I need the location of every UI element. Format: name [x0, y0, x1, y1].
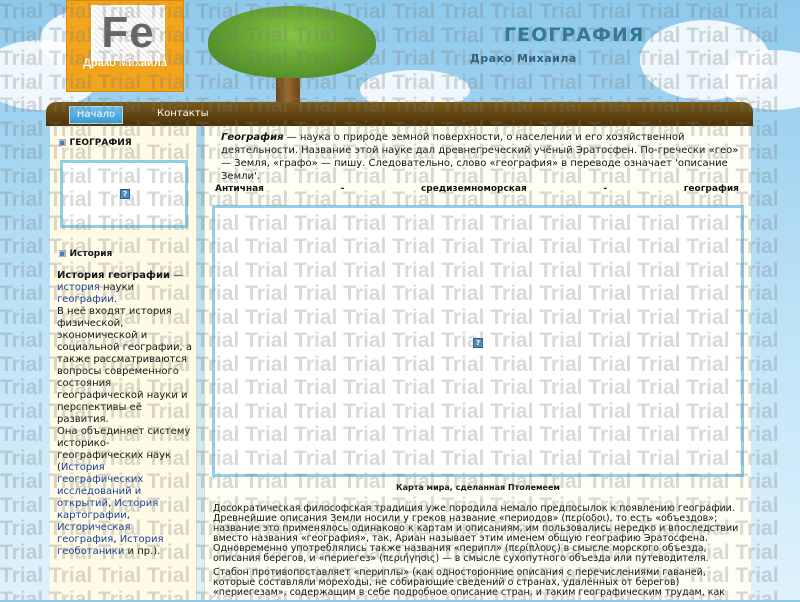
logo-author: Драко Михаила — [83, 57, 167, 69]
site-logo[interactable]: Fe Драко Михаила — [66, 0, 184, 92]
article-paragraph: Стабон противопоставляет «периплы» (как … — [213, 567, 726, 598]
broken-image-icon: ? — [473, 338, 483, 348]
sidebar-history-text: История географии — история науки геогра… — [57, 270, 192, 557]
list-icon: ▣ — [58, 138, 67, 148]
site-subtitle: Драко Михаила — [470, 52, 577, 65]
ptolemy-map-image-placeholder: ? — [212, 205, 744, 477]
main-content: География — наука о природе земной повер… — [204, 126, 751, 600]
site-title: ГЕОГРАФИЯ — [504, 24, 645, 46]
tree-image — [208, 6, 376, 78]
sidebar: ▣ ГЕОГРАФИЯ ? ▣ История История географии … — [50, 126, 197, 600]
link-history[interactable]: история — [57, 282, 100, 293]
history-term: История географии — [57, 270, 170, 281]
intro-paragraph: География — наука о природе земной повер… — [221, 132, 739, 182]
history-paragraph-1: В неё входят история физической, экономи… — [57, 306, 192, 425]
section-heading-antique: Античная - средиземноморская - география — [215, 184, 739, 194]
map-caption: Карта мира, сделанная Птолемеем — [396, 483, 560, 492]
sidebar-image-placeholder: ? — [60, 160, 188, 228]
logo-letters: Fe — [91, 5, 165, 61]
link-geography[interactable]: географии — [57, 294, 114, 305]
nav-home-link[interactable]: Начало — [69, 106, 123, 124]
article-body: Досократическая философская традиция уже… — [213, 504, 745, 602]
article-paragraph: Досократическая философская традиция уже… — [213, 503, 739, 564]
broken-image-icon: ? — [120, 189, 130, 199]
list-icon: ▣ — [58, 249, 67, 259]
nav-contacts-link[interactable]: Контакты — [157, 106, 208, 122]
sidebar-block-history-title: ▣ История — [58, 249, 113, 259]
intro-term: География — [221, 132, 284, 143]
sidebar-block-geography-title: ▣ ГЕОГРАФИЯ — [58, 138, 132, 148]
main-navigation: Начало Контакты — [46, 102, 753, 126]
